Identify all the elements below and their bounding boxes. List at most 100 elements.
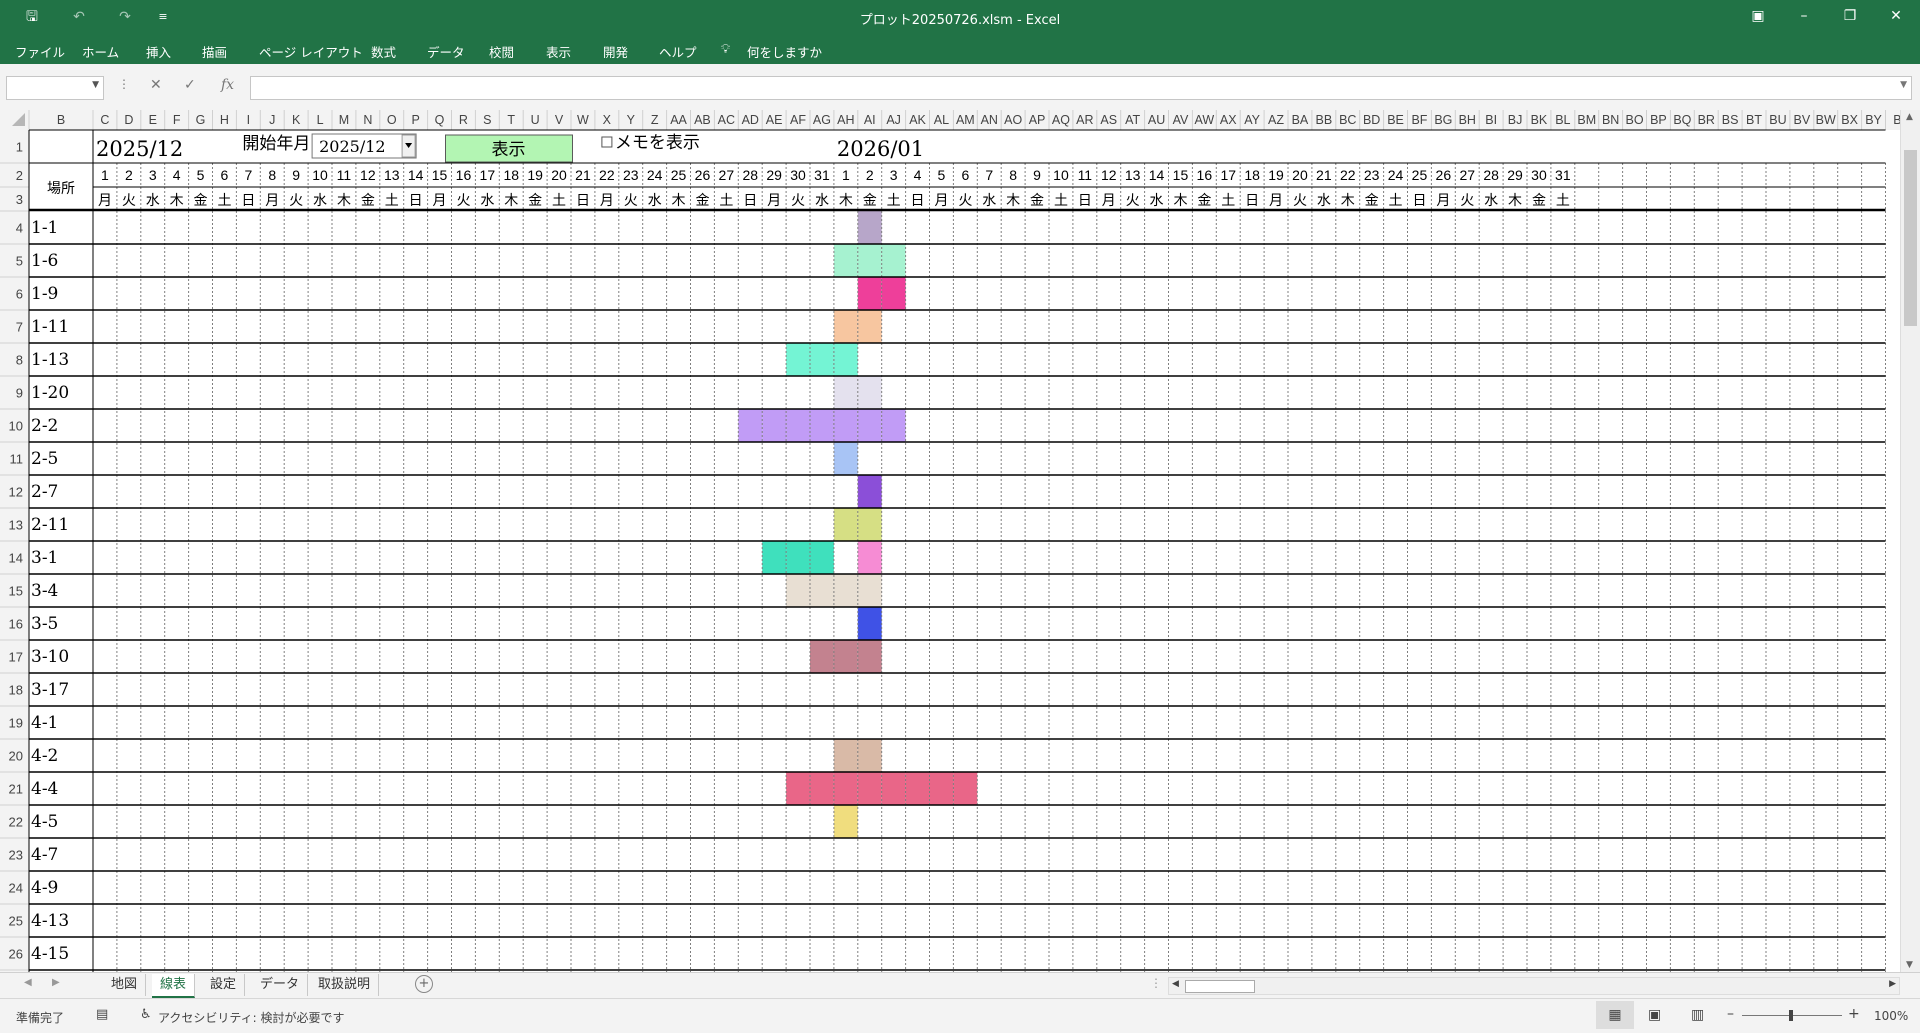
column-header[interactable]: BN bbox=[1602, 113, 1619, 127]
column-header[interactable]: BK bbox=[1531, 113, 1548, 127]
column-header[interactable]: BI bbox=[1485, 113, 1497, 127]
schedule-bar-cell[interactable] bbox=[857, 640, 882, 673]
tab-formulas[interactable]: 数式 bbox=[371, 42, 396, 61]
schedule-bar-cell[interactable] bbox=[833, 343, 858, 376]
column-header[interactable]: AN bbox=[981, 113, 998, 127]
row-header[interactable]: 20 bbox=[9, 749, 23, 764]
schedule-bar-cell[interactable] bbox=[857, 409, 882, 442]
column-header[interactable]: AU bbox=[1148, 113, 1165, 127]
add-sheet-icon[interactable]: + bbox=[415, 975, 433, 993]
schedule-bar-cell[interactable] bbox=[810, 640, 834, 673]
worksheet-grid[interactable]: B C D E F G H I J K L M N O P Q R S T U V W X Y Z AA AB AC AD AE AF AG A… bbox=[0, 110, 1900, 972]
column-header[interactable]: E bbox=[149, 113, 157, 127]
schedule-bar-cell[interactable] bbox=[786, 772, 810, 805]
column-header[interactable]: BT bbox=[1746, 113, 1762, 127]
row-header[interactable]: 10 bbox=[9, 419, 23, 434]
column-header[interactable]: AH bbox=[837, 113, 854, 127]
column-header[interactable]: BP bbox=[1650, 113, 1667, 127]
scroll-down-icon[interactable]: ▼ bbox=[1906, 960, 1913, 970]
schedule-bar-cell[interactable] bbox=[833, 244, 858, 277]
show-button-label[interactable]: 表示 bbox=[492, 140, 526, 160]
row-header[interactable]: 23 bbox=[9, 848, 23, 863]
enter-icon[interactable]: ✓ bbox=[184, 77, 196, 93]
row-header[interactable]: 6 bbox=[16, 287, 23, 302]
column-header[interactable]: BM bbox=[1577, 113, 1596, 127]
row-header[interactable]: 16 bbox=[9, 617, 23, 632]
tab-developer[interactable]: 開発 bbox=[603, 42, 628, 61]
expand-formula-icon[interactable]: ▼ bbox=[1900, 80, 1907, 90]
row-header[interactable]: 9 bbox=[16, 386, 23, 401]
memo-checkbox-label[interactable]: メモを表示 bbox=[615, 133, 700, 153]
schedule-bar-cell[interactable] bbox=[881, 277, 906, 310]
vertical-scrollbar[interactable]: ▲ ▼ bbox=[1900, 110, 1920, 972]
column-header[interactable]: O bbox=[387, 113, 397, 127]
column-header[interactable]: BU bbox=[1769, 113, 1786, 127]
column-header[interactable]: T bbox=[507, 113, 515, 127]
column-header[interactable]: BR bbox=[1698, 113, 1715, 127]
column-header[interactable]: Q bbox=[435, 113, 445, 127]
schedule-bar-cell[interactable] bbox=[833, 739, 858, 772]
row-header[interactable]: 15 bbox=[9, 584, 23, 599]
redo-icon[interactable]: ↷ bbox=[114, 6, 136, 28]
splitter-icon[interactable]: ⋮ bbox=[1150, 976, 1162, 990]
sheet-tab-manual[interactable]: 取扱説明 bbox=[310, 974, 380, 996]
schedule-bar-cell[interactable] bbox=[762, 541, 787, 574]
schedule-bar-cell[interactable] bbox=[786, 574, 810, 607]
schedule-bar-cell[interactable] bbox=[857, 376, 882, 409]
sheet-tab-map[interactable]: 地図 bbox=[103, 974, 147, 996]
schedule-bar-cell[interactable] bbox=[881, 409, 906, 442]
tab-home[interactable]: ホーム bbox=[82, 42, 119, 61]
row-header[interactable]: 4 bbox=[16, 221, 23, 236]
column-header[interactable]: J bbox=[269, 113, 275, 127]
name-box[interactable]: ▼ bbox=[6, 76, 104, 100]
accessibility-icon[interactable]: ♿︎ bbox=[140, 1007, 152, 1022]
column-header[interactable]: U bbox=[531, 113, 540, 127]
schedule-bar-cell[interactable] bbox=[857, 211, 882, 244]
schedule-bar-cell[interactable] bbox=[833, 508, 858, 541]
column-header[interactable]: AM bbox=[956, 113, 975, 127]
column-header[interactable]: F bbox=[173, 113, 181, 127]
schedule-bar-cell[interactable] bbox=[810, 574, 834, 607]
schedule-bar-cell[interactable] bbox=[810, 541, 834, 574]
schedule-bar-cell[interactable] bbox=[810, 772, 834, 805]
schedule-bar-cell[interactable] bbox=[857, 244, 882, 277]
next-sheet-icon[interactable]: ▶ bbox=[52, 977, 60, 988]
row-header[interactable]: 22 bbox=[9, 815, 23, 830]
macro-record-icon[interactable]: ▤ bbox=[96, 1007, 108, 1022]
column-header[interactable]: AD bbox=[742, 113, 759, 127]
column-header[interactable]: AL bbox=[934, 113, 949, 127]
column-header[interactable]: AS bbox=[1100, 113, 1117, 127]
zoom-out-icon[interactable]: – bbox=[1727, 1006, 1734, 1022]
schedule-bar-cell[interactable] bbox=[833, 772, 858, 805]
row-header[interactable]: 24 bbox=[9, 881, 23, 896]
column-header[interactable]: BF bbox=[1411, 113, 1427, 127]
zoom-in-icon[interactable]: + bbox=[1848, 1006, 1860, 1022]
accessibility-status[interactable]: アクセシビリティ: 検討が必要です bbox=[158, 1009, 345, 1026]
customize-icon[interactable]: ≡ bbox=[152, 6, 174, 28]
column-header[interactable]: AI bbox=[864, 113, 876, 127]
column-header[interactable]: V bbox=[555, 113, 564, 127]
column-header[interactable]: BQ bbox=[1673, 113, 1691, 127]
column-header[interactable]: AT bbox=[1125, 113, 1140, 127]
horizontal-scrollbar[interactable]: ◀ ▶ bbox=[1168, 977, 1900, 995]
tab-insert[interactable]: 挿入 bbox=[146, 42, 171, 61]
column-header[interactable]: AZ bbox=[1268, 113, 1284, 127]
schedule-bar-cell[interactable] bbox=[857, 541, 882, 574]
schedule-bar-cell[interactable] bbox=[857, 574, 882, 607]
column-header[interactable]: AC bbox=[718, 113, 735, 127]
column-header[interactable]: W bbox=[577, 113, 589, 127]
schedule-bar-cell[interactable] bbox=[833, 409, 858, 442]
schedule-bar-cell[interactable] bbox=[881, 244, 906, 277]
row-header[interactable]: 13 bbox=[9, 518, 23, 533]
column-header[interactable]: I bbox=[247, 113, 250, 127]
insert-function-icon[interactable]: fx bbox=[221, 77, 234, 93]
schedule-bar-cell[interactable] bbox=[953, 772, 978, 805]
schedule-bar-cell[interactable] bbox=[857, 739, 882, 772]
column-header[interactable]: X bbox=[603, 113, 612, 127]
column-header[interactable]: BL bbox=[1555, 113, 1570, 127]
schedule-bar-cell[interactable] bbox=[786, 409, 810, 442]
row-header[interactable]: 1 bbox=[16, 140, 23, 155]
column-header[interactable]: BG bbox=[1434, 113, 1452, 127]
column-header[interactable]: G bbox=[196, 113, 206, 127]
schedule-bar-cell[interactable] bbox=[833, 376, 858, 409]
